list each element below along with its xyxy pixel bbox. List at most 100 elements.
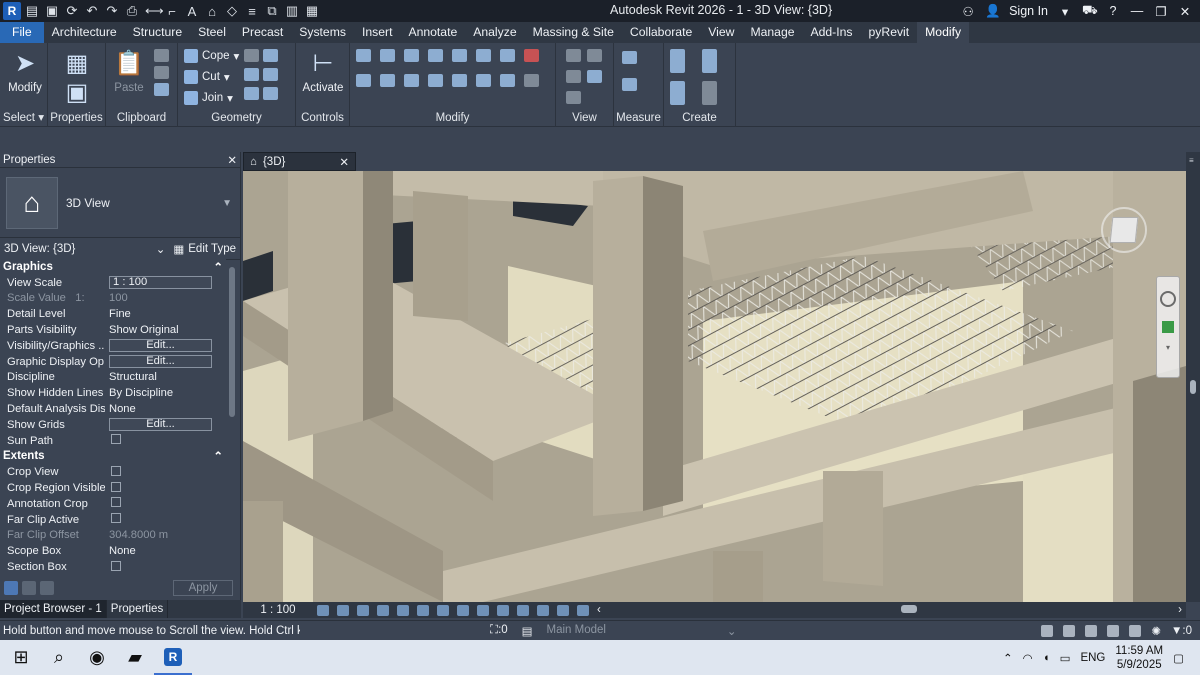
visibility-graphics-edit-button[interactable]: Edit... [109, 339, 212, 353]
viewcube-face-icon[interactable] [1109, 217, 1139, 243]
tray-chevron-icon[interactable]: ⌃ [1003, 651, 1013, 665]
dimension-angle-icon[interactable] [622, 78, 637, 91]
create-assembly-icon[interactable] [670, 49, 685, 73]
override-icon[interactable] [587, 49, 602, 62]
print-icon[interactable]: ⎙ [125, 3, 139, 19]
activate-button[interactable]: ⊢ Activate [302, 47, 344, 95]
tab-modify[interactable]: Modify [917, 22, 970, 43]
tab-structure[interactable]: Structure [125, 22, 190, 43]
tab-systems[interactable]: Systems [291, 22, 354, 43]
prop-default-analysis[interactable]: Default Analysis Dis... None [0, 401, 226, 417]
account-users-icon[interactable]: ⚇ [961, 4, 975, 19]
tab-architecture[interactable]: Architecture [44, 22, 125, 43]
mirror-draw-icon[interactable] [428, 49, 443, 62]
collapse-icon[interactable]: ⌃ [213, 260, 223, 274]
battery-icon[interactable]: ▭ [1060, 651, 1071, 665]
tab-view[interactable]: View [700, 22, 742, 43]
graphic-display-edit-button[interactable]: Edit... [109, 355, 212, 369]
properties-button[interactable]: ▣ [60, 79, 94, 108]
sync-icon[interactable]: ⟳ [65, 3, 79, 19]
background-process-icon[interactable]: ✺ [1151, 624, 1161, 638]
reveal-constraints-icon[interactable] [577, 604, 589, 616]
properties-scrollbar[interactable] [228, 263, 237, 573]
revit-taskbar-icon[interactable]: R [154, 640, 192, 675]
shadows-icon[interactable] [377, 604, 389, 616]
select-by-face-icon[interactable] [1107, 624, 1120, 637]
open-icon[interactable]: ▤ [25, 3, 39, 19]
pin-icon[interactable] [500, 74, 515, 87]
prop-detail-level[interactable]: Detail Level Fine [0, 306, 226, 322]
group-extents[interactable]: Extents ⌃ [0, 448, 226, 465]
scale-icon[interactable] [476, 74, 491, 87]
type-selector[interactable]: ⌂ 3D View ▼ [0, 168, 240, 238]
revit-logo[interactable]: R [3, 2, 21, 20]
view-scale-input[interactable]: 1 : 100 [109, 276, 212, 290]
select-pinned-icon[interactable] [1085, 624, 1098, 637]
zoom-icon[interactable] [1162, 321, 1174, 333]
match-type-icon[interactable] [154, 83, 169, 96]
render-icon[interactable] [397, 604, 409, 616]
sun-path-checkbox[interactable] [111, 434, 121, 445]
view-vertical-scrollbar[interactable]: ≡ [1186, 152, 1200, 602]
cut-button[interactable]: Cut ▾ [184, 70, 230, 84]
split-gap-icon[interactable] [476, 49, 491, 62]
tab-file[interactable]: File [0, 22, 44, 43]
wifi-icon[interactable]: ◠ [1023, 651, 1033, 665]
close-view-icon[interactable]: ✕ [339, 155, 349, 169]
minimize-icon[interactable]: — [1130, 4, 1144, 18]
tab-project-browser[interactable]: Project Browser - 1 [0, 600, 107, 618]
highlight-displacement-icon[interactable] [557, 604, 569, 616]
tab-annotate[interactable]: Annotate [400, 22, 465, 43]
collapse-icon[interactable]: ⌃ [213, 449, 223, 463]
crop-view-icon[interactable] [417, 604, 429, 616]
align-icon[interactable] [356, 49, 371, 62]
section-icon[interactable]: ◇ [225, 3, 239, 19]
temp-hide-icon[interactable] [477, 604, 489, 616]
trim-extend-corner-icon[interactable] [428, 74, 443, 87]
copy-clip-icon[interactable] [154, 66, 169, 79]
show-grids-edit-button[interactable]: Edit... [109, 418, 212, 432]
tab-precast[interactable]: Precast [234, 22, 291, 43]
windows-start-icon[interactable]: ⊞ [2, 640, 40, 675]
dimension-icon[interactable]: ⌐ [165, 4, 179, 19]
sort-asc-icon[interactable] [22, 581, 36, 595]
close-icon[interactable]: ✕ [1178, 4, 1192, 19]
tab-steel[interactable]: Steel [190, 22, 234, 43]
tab-collaborate[interactable]: Collaborate [622, 22, 700, 43]
linework-icon[interactable] [566, 70, 581, 83]
apply-button[interactable]: Apply [173, 580, 233, 596]
cope-button[interactable]: Cope ▾ [184, 49, 239, 63]
dropdown-icon[interactable]: ▾ [1058, 4, 1072, 19]
clock[interactable]: 11:59 AM 5/9/2025 [1115, 644, 1163, 672]
rotate-icon[interactable] [404, 74, 419, 87]
visual-style-icon[interactable] [337, 604, 349, 616]
scroll-right-icon[interactable]: › [1178, 604, 1182, 616]
wall-joins-icon[interactable] [244, 68, 259, 81]
view-tab-3d[interactable]: ⌂ {3D} ✕ [243, 152, 356, 171]
paint-icon[interactable] [263, 49, 278, 62]
home-3d-icon[interactable]: ⌂ [205, 4, 219, 19]
volume-icon[interactable]: ◖ [1043, 652, 1050, 664]
text-icon[interactable]: A [185, 4, 199, 19]
steering-wheel-icon[interactable] [1160, 291, 1176, 307]
offset-icon[interactable] [380, 49, 395, 62]
temp-view-props-icon[interactable] [517, 604, 529, 616]
tab-add-ins[interactable]: Add-Ins [803, 22, 861, 43]
tab-analyze[interactable]: Analyze [465, 22, 524, 43]
restore-icon[interactable]: ❐ [1154, 4, 1168, 19]
scroll-left-icon[interactable]: ‹ [597, 604, 601, 616]
design-options-icon[interactable]: ▤ [522, 624, 533, 638]
hammer-icon[interactable] [263, 87, 278, 100]
categorized-icon[interactable] [4, 581, 18, 595]
split-element-icon[interactable] [452, 49, 467, 62]
redo-icon[interactable]: ↷ [105, 3, 119, 19]
create-group-icon[interactable] [670, 81, 685, 105]
instance-selector[interactable]: 3D View: {3D} [4, 243, 75, 255]
worksets-indicator[interactable]: ⛶:0 [490, 624, 508, 637]
delete-icon[interactable] [524, 49, 539, 62]
filter-icon[interactable] [587, 70, 602, 83]
edit-type-button[interactable]: ▦ Edit Type [173, 242, 236, 256]
modify-tool-button[interactable]: ➤ Modify [5, 47, 45, 95]
split-face-icon[interactable] [244, 49, 259, 62]
crop-region-checkbox[interactable] [111, 481, 121, 492]
